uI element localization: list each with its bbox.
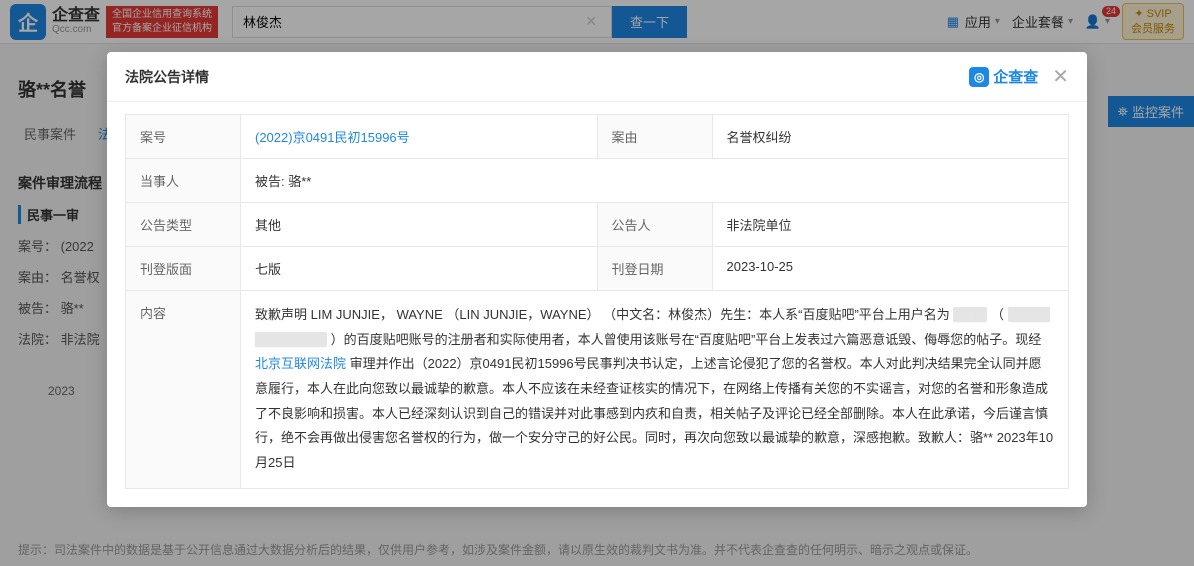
redacted-text: ▇▇▇ <box>953 307 987 322</box>
court-notice-modal: 法院公告详情 ◎ 企查查 ✕ 案号 (2022)京0491民初15996号 案由… <box>107 52 1087 507</box>
modal-body: 案号 (2022)京0491民初15996号 案由 名誉权纠纷 当事人 被告: … <box>107 102 1087 507</box>
value-page: 七版 <box>241 247 598 291</box>
value-parties: 被告: 骆** <box>241 159 1069 203</box>
modal-header: 法院公告详情 ◎ 企查查 ✕ <box>107 52 1087 102</box>
label-case-no: 案号 <box>126 115 241 159</box>
label-parties: 当事人 <box>126 159 241 203</box>
close-icon[interactable]: ✕ <box>1052 67 1069 87</box>
value-reason: 名誉权纠纷 <box>712 115 1069 159</box>
detail-table: 案号 (2022)京0491民初15996号 案由 名誉权纠纷 当事人 被告: … <box>125 114 1069 489</box>
value-notice-person: 非法院单位 <box>712 203 1069 247</box>
table-row: 内容 致歉声明 LIM JUNJIE， WAYNE （LIN JUNJIE，WA… <box>126 291 1069 489</box>
table-row: 刊登版面 七版 刊登日期 2023-10-25 <box>126 247 1069 291</box>
value-notice-type: 其他 <box>241 203 598 247</box>
label-notice-type: 公告类型 <box>126 203 241 247</box>
value-pub-date: 2023-10-25 <box>712 247 1069 291</box>
label-notice-person: 公告人 <box>597 203 712 247</box>
brand-icon: ◎ <box>969 67 989 87</box>
value-content: 致歉声明 LIM JUNJIE， WAYNE （LIN JUNJIE，WAYNE… <box>241 291 1069 489</box>
label-reason: 案由 <box>597 115 712 159</box>
table-row: 案号 (2022)京0491民初15996号 案由 名誉权纠纷 <box>126 115 1069 159</box>
label-content: 内容 <box>126 291 241 489</box>
case-no-link[interactable]: (2022)京0491民初15996号 <box>255 130 410 145</box>
table-row: 公告类型 其他 公告人 非法院单位 <box>126 203 1069 247</box>
label-pub-date: 刊登日期 <box>597 247 712 291</box>
label-page: 刊登版面 <box>126 247 241 291</box>
modal-overlay: 法院公告详情 ◎ 企查查 ✕ 案号 (2022)京0491民初15996号 案由… <box>0 0 1194 566</box>
modal-title: 法院公告详情 <box>125 67 969 87</box>
modal-brand[interactable]: ◎ 企查查 <box>969 66 1038 87</box>
table-row: 当事人 被告: 骆** <box>126 159 1069 203</box>
court-link[interactable]: 北京互联网法院 <box>255 356 346 371</box>
